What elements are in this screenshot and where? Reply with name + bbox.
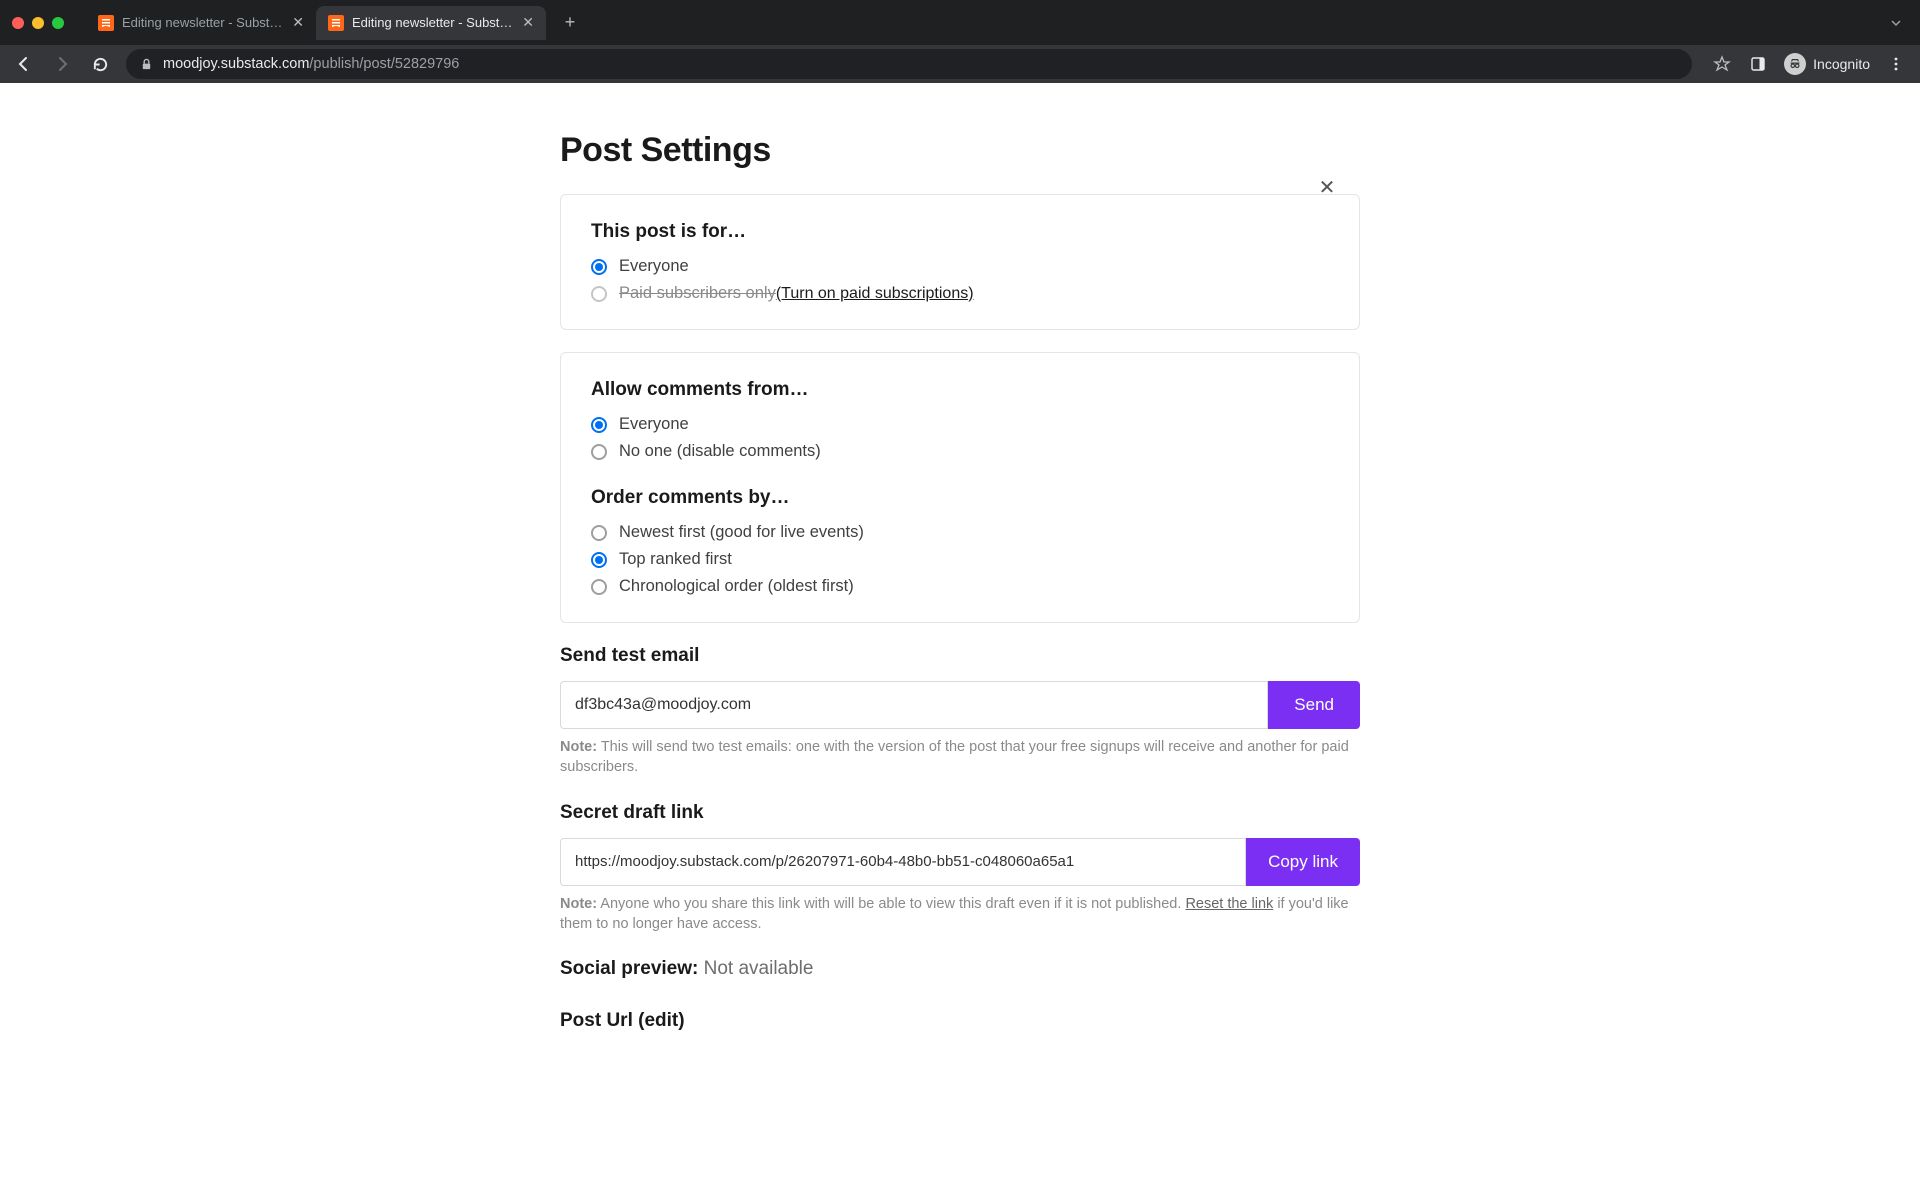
substack-favicon-icon xyxy=(98,15,114,31)
bookmark-star-icon[interactable] xyxy=(1706,48,1738,80)
radio-icon xyxy=(591,525,607,541)
turn-on-paid-link[interactable]: (Turn on paid subscriptions) xyxy=(776,285,974,303)
radio-label: Everyone xyxy=(619,257,689,276)
social-preview-value: Not available xyxy=(698,958,813,979)
tab-title: Editing newsletter - Substack xyxy=(352,15,514,30)
window-controls xyxy=(12,17,64,29)
radio-icon xyxy=(591,444,607,460)
tabs-dropdown-icon[interactable] xyxy=(1878,5,1914,41)
back-button[interactable] xyxy=(8,48,40,80)
window-fullscreen-button[interactable] xyxy=(52,17,64,29)
draft-link-note: Note: Anyone who you share this link wit… xyxy=(560,894,1360,935)
audience-option-everyone[interactable]: Everyone xyxy=(591,257,1329,276)
window-close-button[interactable] xyxy=(12,17,24,29)
radio-label: No one (disable comments) xyxy=(619,442,821,461)
social-preview-row: Social preview: Not available xyxy=(560,958,1360,980)
radio-label: Everyone xyxy=(619,415,689,434)
note-prefix: Note: xyxy=(560,896,597,912)
page-viewport: Post Settings ✕ This post is for… Everyo… xyxy=(0,83,1920,1200)
browser-tab-0[interactable]: Editing newsletter - Substack ✕ xyxy=(86,6,316,40)
note-body-1: Anyone who you share this link with will… xyxy=(597,896,1185,912)
test-email-heading: Send test email xyxy=(560,645,1360,667)
copy-link-button[interactable]: Copy link xyxy=(1246,838,1360,886)
audience-heading: This post is for… xyxy=(591,221,1329,243)
incognito-icon xyxy=(1784,53,1806,75)
tabs-container: Editing newsletter - Substack ✕ Editing … xyxy=(86,0,584,45)
radio-icon xyxy=(591,579,607,595)
draft-link-section: Secret draft link Copy link Note: Anyone… xyxy=(560,802,1360,935)
draft-link-heading: Secret draft link xyxy=(560,802,1360,824)
reset-link[interactable]: Reset the link xyxy=(1185,896,1273,912)
radio-icon xyxy=(591,259,607,275)
radio-label: Newest first (good for live events) xyxy=(619,523,864,542)
social-preview-label: Social preview: xyxy=(560,958,698,979)
browser-tab-bar: Editing newsletter - Substack ✕ Editing … xyxy=(0,0,1920,45)
test-email-note: Note: This will send two test emails: on… xyxy=(560,737,1360,778)
audience-panel: ✕ This post is for… Everyone Paid subscr… xyxy=(560,194,1360,330)
order-comments-chrono[interactable]: Chronological order (oldest first) xyxy=(591,577,1329,596)
url-domain: moodjoy.substack.com xyxy=(163,56,309,72)
radio-label: Chronological order (oldest first) xyxy=(619,577,854,596)
allow-comments-none[interactable]: No one (disable comments) xyxy=(591,442,1329,461)
lock-icon xyxy=(140,58,153,71)
substack-favicon-icon xyxy=(328,15,344,31)
radio-icon xyxy=(591,286,607,302)
audience-option-paid: Paid subscribers only (Turn on paid subs… xyxy=(591,284,1329,303)
browser-toolbar: moodjoy.substack.com/publish/post/528297… xyxy=(0,45,1920,83)
note-body: This will send two test emails: one with… xyxy=(560,739,1349,775)
send-test-email-button[interactable]: Send xyxy=(1268,681,1360,729)
radio-icon xyxy=(591,552,607,568)
note-prefix: Note: xyxy=(560,739,597,755)
page-title: Post Settings xyxy=(560,131,1360,170)
allow-comments-everyone[interactable]: Everyone xyxy=(591,415,1329,434)
tab-close-icon[interactable]: ✕ xyxy=(522,14,534,31)
forward-button[interactable] xyxy=(46,48,78,80)
radio-label: Top ranked first xyxy=(619,550,732,569)
browser-tab-1[interactable]: Editing newsletter - Substack ✕ xyxy=(316,6,546,40)
close-settings-icon[interactable]: ✕ xyxy=(1313,173,1341,201)
order-comments-heading: Order comments by… xyxy=(591,487,1329,509)
test-email-section: Send test email Send Note: This will sen… xyxy=(560,645,1360,778)
url-path: /publish/post/52829796 xyxy=(309,56,459,72)
post-settings-page: Post Settings ✕ This post is for… Everyo… xyxy=(560,83,1360,1032)
browser-menu-icon[interactable] xyxy=(1880,48,1912,80)
allow-comments-heading: Allow comments from… xyxy=(591,379,1329,401)
tab-close-icon[interactable]: ✕ xyxy=(292,14,304,31)
incognito-indicator[interactable]: Incognito xyxy=(1778,53,1876,75)
reload-button[interactable] xyxy=(84,48,116,80)
draft-link-input[interactable] xyxy=(560,838,1246,886)
post-url-heading: Post Url (edit) xyxy=(560,1010,1360,1032)
radio-icon xyxy=(591,417,607,433)
order-comments-newest[interactable]: Newest first (good for live events) xyxy=(591,523,1329,542)
new-tab-button[interactable]: + xyxy=(556,9,584,37)
tab-title: Editing newsletter - Substack xyxy=(122,15,284,30)
comments-panel: Allow comments from… Everyone No one (di… xyxy=(560,352,1360,623)
order-comments-top[interactable]: Top ranked first xyxy=(591,550,1329,569)
address-bar[interactable]: moodjoy.substack.com/publish/post/528297… xyxy=(126,49,1692,79)
test-email-input[interactable] xyxy=(560,681,1268,729)
window-minimize-button[interactable] xyxy=(32,17,44,29)
radio-label-disabled: Paid subscribers only xyxy=(619,284,776,303)
incognito-label: Incognito xyxy=(1813,56,1870,72)
side-panel-icon[interactable] xyxy=(1742,48,1774,80)
